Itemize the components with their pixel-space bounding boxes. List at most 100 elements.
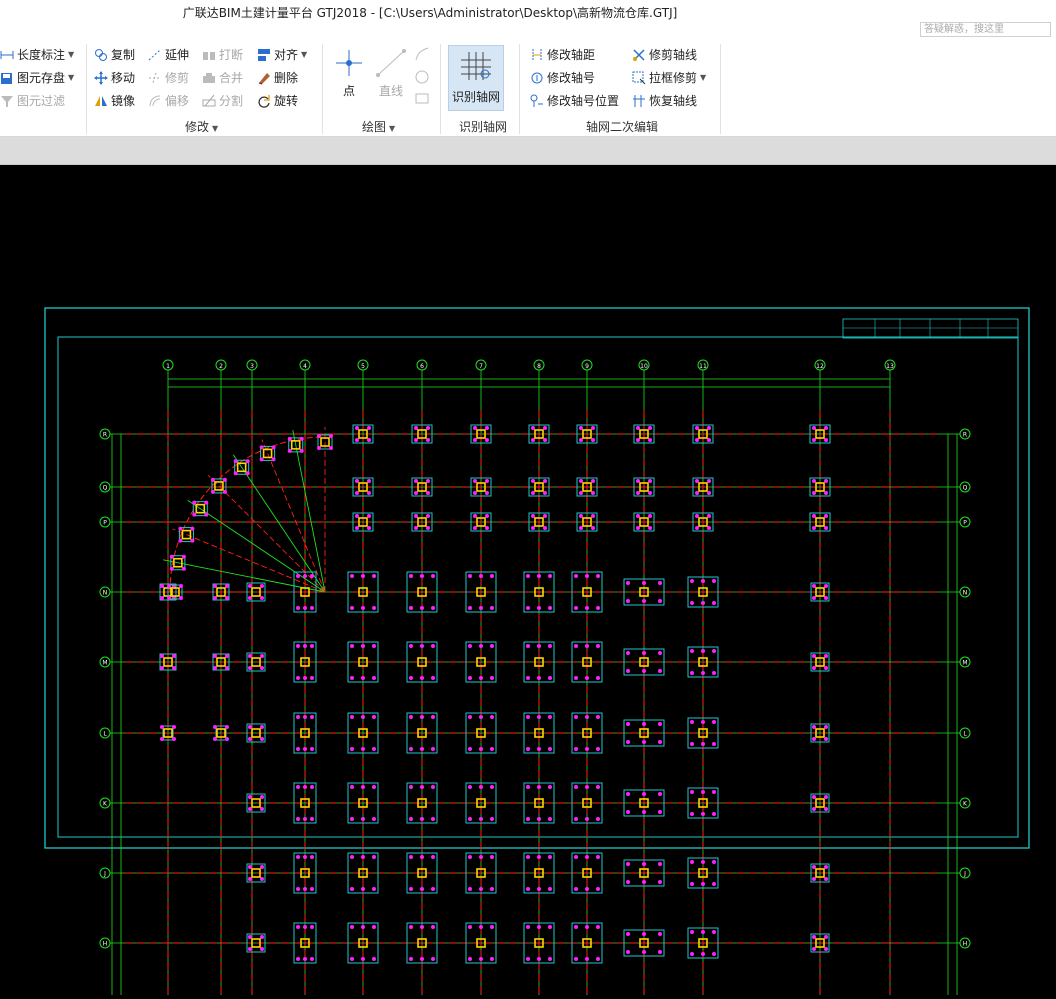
pile (824, 438, 828, 442)
pile (372, 606, 376, 610)
restore-axis-button[interactable]: 恢复轴线 (632, 92, 697, 110)
length-dim-button[interactable]: 长度标注 ▼ (0, 46, 74, 64)
line-button[interactable]: 直线 (374, 48, 408, 102)
pile (420, 785, 424, 789)
pile (626, 722, 630, 726)
axis-label: H (963, 941, 968, 948)
pile (642, 722, 646, 726)
search-input[interactable]: 答疑解惑，搜这里 (920, 22, 1051, 37)
pile (420, 747, 424, 751)
pile (548, 676, 552, 680)
merge-button[interactable]: 合并 (202, 69, 243, 87)
pile (824, 491, 828, 495)
pile (479, 817, 483, 821)
copy-button[interactable]: 复制 (94, 46, 135, 64)
pile (296, 606, 300, 610)
point-button[interactable]: 点 (334, 48, 364, 102)
align-button[interactable]: 对齐 ▼ (257, 46, 307, 64)
pile (350, 887, 354, 891)
pile (585, 817, 589, 821)
rotate-button[interactable]: 旋转 (257, 92, 298, 110)
pile (431, 574, 435, 578)
cad-drawing[interactable]: 1 2 3 4 5 6 7 8 9 10 11 12 13R RQ QP PN NM ML LK KJ JH H (0, 165, 1056, 995)
pile (548, 855, 552, 859)
pile (409, 715, 413, 719)
divider (322, 44, 323, 134)
pile (222, 477, 227, 482)
pile (574, 957, 578, 961)
element-filter-button[interactable]: 图元过滤 (0, 92, 65, 110)
pile (179, 584, 183, 588)
move-button[interactable]: 移动 (94, 69, 135, 87)
pile (543, 514, 547, 518)
extend-button[interactable]: 延伸 (148, 46, 189, 64)
pile (350, 644, 354, 648)
mirror-button[interactable]: 镜像 (94, 92, 135, 110)
pile (372, 574, 376, 578)
modify-label-button[interactable]: 修改轴号 (530, 69, 595, 87)
pile (361, 887, 365, 891)
draw-group-label[interactable]: 绘图 ▼ (362, 118, 395, 135)
pile (490, 715, 494, 719)
pile (167, 596, 171, 600)
pile (204, 512, 209, 517)
split-button[interactable]: 分割 (202, 92, 243, 110)
pile (537, 957, 541, 961)
pile (812, 666, 816, 670)
break-button[interactable]: 打断 (202, 46, 243, 64)
pile (414, 426, 418, 430)
pile (414, 514, 418, 518)
pile (248, 865, 252, 869)
chevron-down-icon: ▼ (68, 50, 75, 59)
pile (296, 715, 300, 719)
pile (707, 491, 711, 495)
chevron-down-icon: ▼ (68, 73, 75, 82)
extend-icon (148, 48, 162, 62)
pile (537, 817, 541, 821)
pile (712, 930, 716, 934)
pile (479, 606, 483, 610)
pile (260, 666, 264, 670)
modify-spacing-button[interactable]: 修改轴距 (530, 46, 595, 64)
pile (642, 792, 646, 796)
pile (190, 526, 195, 531)
pile (426, 426, 430, 430)
pile (420, 817, 424, 821)
pile (296, 957, 300, 961)
pile (271, 457, 276, 462)
pile (531, 526, 535, 530)
pile (372, 957, 376, 961)
trim-button[interactable]: 修剪 (148, 69, 189, 87)
pile (642, 880, 646, 884)
identify-axis-button[interactable]: 识别轴网 (448, 45, 504, 111)
pile (824, 947, 828, 951)
pile (636, 438, 640, 442)
drawing-canvas[interactable]: 1 2 3 4 5 6 7 8 9 10 11 12 13 R R Q Q P P N N M M L L K K J J H H (0, 165, 1056, 995)
pile (479, 644, 483, 648)
line-icon (376, 49, 406, 77)
pile (531, 479, 535, 483)
modify-label-position-button[interactable]: 修改轴号位置 (530, 92, 619, 110)
pile (310, 644, 314, 648)
pile (213, 725, 217, 729)
eraser-icon (257, 71, 271, 85)
delete-button[interactable]: 删除 (257, 69, 298, 87)
pile (658, 599, 662, 603)
trim-axis-button[interactable]: 修剪轴线 (632, 46, 697, 64)
pile (626, 880, 630, 884)
element-save-button[interactable]: 图元存盘 ▼ (0, 69, 74, 87)
pile (426, 479, 430, 483)
modify-group-label[interactable]: 修改 ▼ (185, 118, 218, 135)
box-trim-button[interactable]: 拉框修剪 ▼ (632, 69, 706, 87)
pile (248, 807, 252, 811)
pile (367, 514, 371, 518)
pile (310, 715, 314, 719)
pile (712, 812, 716, 816)
pile (260, 737, 264, 741)
pile (596, 855, 600, 859)
pile (213, 584, 217, 588)
pile (317, 446, 321, 450)
offset-button[interactable]: 偏移 (148, 92, 189, 110)
pile (160, 666, 164, 670)
filter-icon (0, 94, 14, 108)
